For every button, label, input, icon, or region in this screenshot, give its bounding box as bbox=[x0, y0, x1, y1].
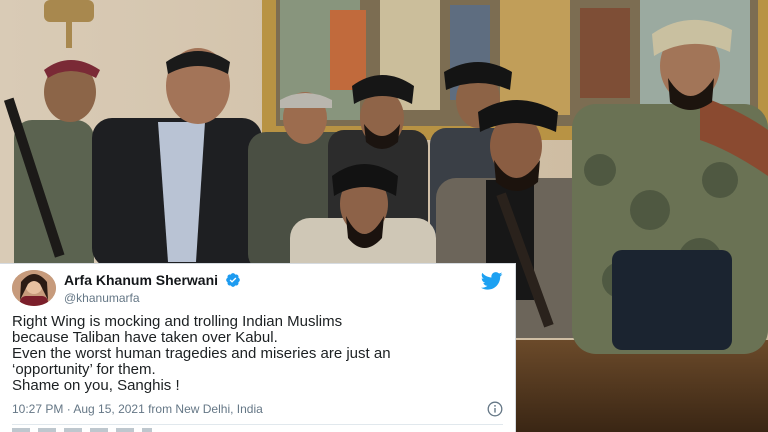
tweet-text: Right Wing is mocking and trolling India… bbox=[12, 314, 508, 394]
tweet-header: Arfa Khanum Sherwani @khanumarfa bbox=[12, 270, 505, 310]
author-handle[interactable]: @khanumarfa bbox=[64, 291, 140, 305]
tweet-text-line: Right Wing is mocking and trolling India… bbox=[12, 313, 343, 330]
avatar[interactable] bbox=[12, 270, 56, 306]
twitter-bird-icon[interactable] bbox=[481, 272, 503, 290]
screenshot-stage: Arfa Khanum Sherwani @khanumarfa Right W… bbox=[0, 0, 768, 432]
author-name[interactable]: Arfa Khanum Sherwani bbox=[64, 272, 241, 288]
tweet-text-line: ‘opportunity’ for them. bbox=[12, 361, 156, 378]
tweet-timestamp[interactable]: 10:27 PM · Aug 15, 2021 from New Delhi, … bbox=[12, 402, 263, 416]
tweet-footer: 10:27 PM · Aug 15, 2021 from New Delhi, … bbox=[12, 401, 503, 419]
avatar-image bbox=[12, 270, 56, 306]
tweet-text-line: Even the worst human tragedies and miser… bbox=[12, 345, 391, 362]
info-icon[interactable] bbox=[487, 401, 503, 417]
author-name-text: Arfa Khanum Sherwani bbox=[64, 272, 219, 288]
tweet-text-line: Shame on you, Sanghis ! bbox=[12, 377, 180, 394]
verified-badge-icon bbox=[226, 273, 240, 287]
tweet-text-line: because Taliban have taken over Kabul. bbox=[12, 329, 278, 346]
tweet-actions-row bbox=[12, 428, 152, 432]
tweet-divider bbox=[12, 424, 503, 425]
tweet-card[interactable]: Arfa Khanum Sherwani @khanumarfa Right W… bbox=[0, 263, 516, 432]
